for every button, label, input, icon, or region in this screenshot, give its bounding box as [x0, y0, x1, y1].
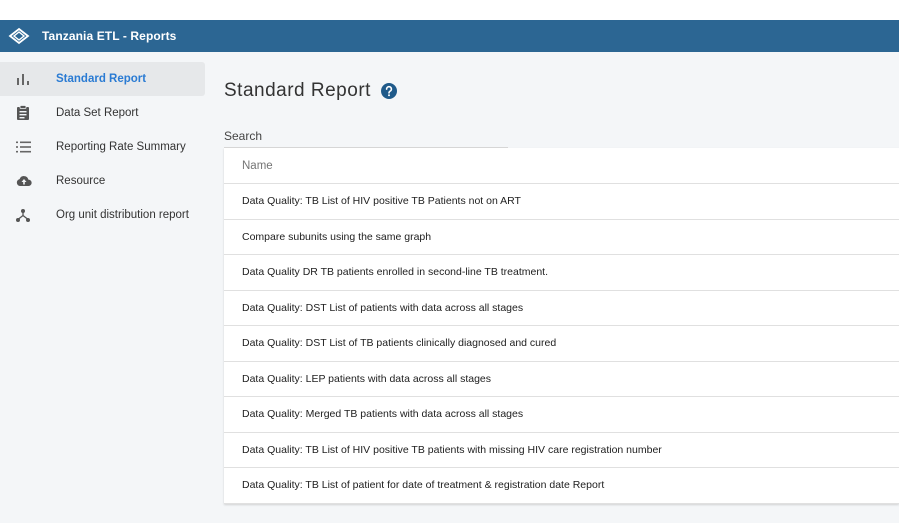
table-row[interactable]: Data Quality DR TB patients enrolled in …: [224, 255, 899, 291]
sidebar-item-label: Org unit distribution report: [56, 209, 189, 221]
header-bar: Tanzania ETL - Reports: [0, 20, 899, 52]
sidebar-item-label: Data Set Report: [56, 107, 139, 119]
hierarchy-icon: [0, 208, 56, 222]
cloud-upload-icon: [0, 175, 56, 187]
dhis2-logo-icon[interactable]: [0, 20, 38, 52]
list-icon: [0, 141, 56, 153]
table-row[interactable]: Data Quality: DST List of patients with …: [224, 291, 899, 326]
sidebar-item-label: Resource: [56, 175, 106, 187]
app-title: Tanzania ETL - Reports: [42, 29, 177, 43]
page-title: Standard Report: [224, 80, 371, 101]
reports-table: Name Data Quality: TB List of HIV positi…: [224, 148, 899, 504]
sidebar-item-resource[interactable]: Resource: [0, 164, 205, 198]
table-row[interactable]: Data Quality: DST List of TB patients cl…: [224, 326, 899, 362]
table-row[interactable]: Data Quality: TB List of patient for dat…: [224, 468, 899, 504]
table-header-name[interactable]: Name: [224, 148, 899, 184]
sidebar: Standard Report Data Set Report Reportin…: [0, 62, 205, 232]
table-row[interactable]: Compare subunits using the same graph: [224, 220, 899, 255]
sidebar-item-standard-report[interactable]: Standard Report: [0, 62, 205, 96]
table-row[interactable]: Data Quality: Merged TB patients with da…: [224, 397, 899, 433]
sidebar-item-data-set-report[interactable]: Data Set Report: [0, 96, 205, 130]
page-header: Standard Report: [224, 80, 397, 102]
help-icon[interactable]: [380, 83, 397, 99]
sidebar-item-reporting-rate-summary[interactable]: Reporting Rate Summary: [0, 130, 205, 164]
clipboard-icon: [0, 105, 56, 121]
bar-chart-icon: [0, 72, 56, 86]
search-input[interactable]: [224, 126, 508, 146]
search-field[interactable]: [224, 126, 508, 148]
sidebar-item-org-unit-distribution[interactable]: Org unit distribution report: [0, 198, 205, 232]
table-row[interactable]: Data Quality: LEP patients with data acr…: [224, 362, 899, 397]
sidebar-item-label: Standard Report: [56, 73, 147, 85]
table-row[interactable]: Data Quality: TB List of HIV positive TB…: [224, 433, 899, 468]
table-row[interactable]: Data Quality: TB List of HIV positive TB…: [224, 184, 899, 220]
main-content: Standard Report Name Data Quality: TB Li…: [224, 52, 899, 523]
app-window: Tanzania ETL - Reports Standard Report D…: [0, 20, 899, 523]
sidebar-item-label: Reporting Rate Summary: [56, 141, 186, 153]
